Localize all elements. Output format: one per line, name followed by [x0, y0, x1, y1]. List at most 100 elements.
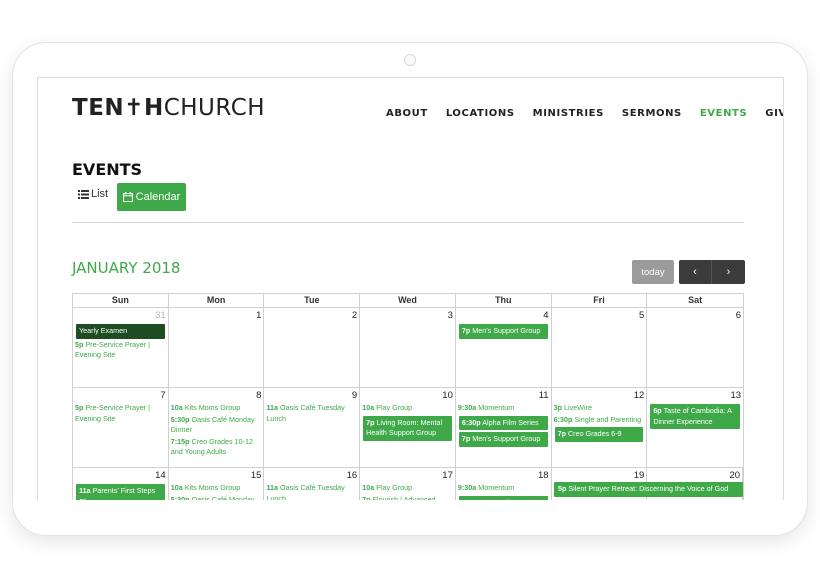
- day-number: 12: [633, 390, 645, 401]
- calendar-event[interactable]: 11a Parents' First Steps Class: [76, 484, 165, 500]
- day-number: 10: [442, 390, 453, 401]
- website-screen: TEN✝HCHURCH ABOUT LOCATIONS MINISTRIES SERM…: [37, 77, 784, 500]
- weekday-header: Sun Mon Tue Wed Thu Fri Sat: [72, 293, 744, 307]
- calendar-event[interactable]: 6p Taste of Cambodia: A Dinner Experienc…: [650, 404, 741, 429]
- nav-events[interactable]: EVENTS: [700, 108, 747, 119]
- calendar-day-cell[interactable]: 13 6p Taste of Cambodia: A Dinner Experie…: [647, 388, 743, 467]
- calendar-event[interactable]: 11a Oasis Café Tuesday Lunch: [266, 483, 357, 500]
- day-number: 5: [639, 310, 645, 321]
- calendar-day-cell[interactable]: 3: [360, 308, 456, 387]
- calendar-week: 31 Yearly Examen 5p Pre-Service Prayer | E…: [72, 307, 744, 387]
- calendar-day-cell[interactable]: 5: [552, 308, 648, 387]
- calendar-event[interactable]: Yearly Examen: [76, 324, 165, 339]
- weekday-wed: Wed: [360, 294, 456, 307]
- calendar-day-cell[interactable]: 11 9:30a Momentum 6:30p Alpha Film Series 7…: [456, 388, 552, 467]
- calendar-day-cell[interactable]: 8 10a Kits Moms Group 5:30p Oasis Café Mon…: [169, 388, 265, 467]
- calendar-event[interactable]: 11a Oasis Café Tuesday Lunch: [266, 403, 357, 424]
- day-number: 31: [155, 310, 166, 321]
- calendar-view-button[interactable]: Calendar: [117, 183, 186, 211]
- list-icon: [78, 189, 89, 199]
- calendar-day-cell[interactable]: 6: [647, 308, 743, 387]
- calendar-day-cell[interactable]: 4 7p Men's Support Group: [456, 308, 552, 387]
- nav-sermons[interactable]: SERMONS: [622, 108, 682, 119]
- chevron-right-icon: ›: [726, 266, 731, 278]
- calendar-day-cell[interactable]: 10 10a Play Group 7p Living Room: Mental H…: [360, 388, 456, 467]
- list-view-label: List: [91, 188, 109, 200]
- calendar-event[interactable]: 7p Men's Support Group: [458, 324, 548, 339]
- day-number: 4: [543, 310, 549, 321]
- calendar-view-label: Calendar: [135, 191, 181, 203]
- calendar-event[interactable]: 6:30p Single and Parenting: [554, 415, 645, 426]
- today-button[interactable]: today: [632, 260, 674, 284]
- calendar-day-cell[interactable]: 2: [264, 308, 361, 387]
- day-number: 20: [729, 470, 741, 481]
- calendar-event[interactable]: 7p Flourish | Advanced: [362, 495, 453, 501]
- calendar-event[interactable]: 5:30p Oasis Café Monday Dinner: [171, 415, 262, 436]
- day-number: 19: [633, 470, 645, 481]
- calendar-event[interactable]: 7p Men's Support Group: [458, 432, 548, 447]
- camera-icon: [404, 54, 416, 66]
- nav-ministries[interactable]: MINISTRIES: [533, 108, 604, 119]
- calendar-event[interactable]: 7:15p Creo Grades 10-12 and Young Adults: [171, 437, 262, 458]
- page-title: EVENTS: [72, 160, 143, 179]
- calendar-day-cell[interactable]: 18 9:30a Momentum6:30p Alpha Film Series: [456, 468, 552, 500]
- day-number: 3: [447, 310, 453, 321]
- calendar-event[interactable]: 10a Play Group: [362, 483, 453, 494]
- calendar-event[interactable]: 7p Creo Grades 6-9: [554, 427, 644, 442]
- calendar-icon: [122, 192, 133, 202]
- day-number: 15: [250, 470, 262, 481]
- calendar-event[interactable]: 5p Pre-Service Prayer | Evening Site: [75, 403, 166, 424]
- day-number: 2: [351, 310, 358, 321]
- calendar-event-multiday[interactable]: 5p Silent Prayer Retreat: Discerning the…: [554, 482, 743, 497]
- calendar-event[interactable]: 7p Living Room: Mental Health Support Gr…: [363, 415, 452, 441]
- calendar-event[interactable]: 10a Kits Moms Group: [171, 483, 262, 494]
- calendar-grid: Sun Mon Tue Wed Thu Fri Sat 31 Yearly Examen 5p …: [72, 293, 744, 500]
- calendar-day-cell[interactable]: 15 10a Kits Moms Group 5:30p Oasis Café Mo…: [169, 468, 265, 500]
- month-title: JANUARY 2018: [72, 259, 181, 277]
- day-number: 11: [538, 390, 549, 401]
- calendar-event[interactable]: 6:30p Alpha Film Series: [458, 495, 548, 500]
- calendar-day-cell[interactable]: 14 11a Parents' First Steps Class: [73, 468, 169, 500]
- day-number: 14: [155, 470, 166, 481]
- site-logo[interactable]: TEN✝HCHURCH: [72, 95, 265, 121]
- main-nav: ABOUT LOCATIONS MINISTRIES SERMONS EVENTS GIV…: [386, 108, 783, 119]
- divider: [72, 222, 744, 223]
- weekday-thu: Thu: [456, 294, 552, 307]
- day-number: 18: [538, 470, 549, 481]
- weekday-tue: Tue: [264, 294, 361, 307]
- weekday-sat: Sat: [688, 295, 703, 305]
- calendar-event[interactable]: 3p LiveWire: [554, 403, 645, 414]
- day-number: 7: [160, 390, 166, 401]
- calendar-day-cell[interactable]: 31 Yearly Examen 5p Pre-Service Prayer | E…: [73, 308, 169, 387]
- next-month-button[interactable]: ›: [712, 260, 745, 284]
- weekday-sun: Sun: [73, 294, 169, 307]
- cross-icon: ✝: [124, 95, 144, 121]
- calendar-event[interactable]: 5:30p Oasis Café Monday Dinner: [171, 495, 262, 501]
- day-number: 16: [346, 470, 358, 481]
- weekday-fri: Fri: [552, 294, 648, 307]
- calendar-event[interactable]: 6:30p Alpha Film Series: [458, 415, 548, 430]
- calendar-day-cell[interactable]: 12 3p LiveWire 6:30p Single and Parenting 7…: [552, 388, 648, 467]
- calendar-event[interactable]: 10a Play Group: [362, 403, 453, 414]
- day-number: 6: [735, 310, 742, 321]
- calendar-day-cell[interactable]: 7 5p Pre-Service Prayer | Evening Site: [73, 388, 169, 467]
- calendar-event[interactable]: 5p Pre-Service Prayer | Evening Site: [75, 340, 166, 361]
- nav-locations[interactable]: LOCATIONS: [446, 108, 515, 119]
- day-number: 13: [730, 390, 742, 401]
- day-number: 1: [256, 310, 262, 321]
- calendar-day-cell[interactable]: 1: [169, 308, 265, 387]
- calendar-event[interactable]: 9:30a Momentum: [458, 403, 549, 414]
- day-number: 9: [351, 390, 358, 401]
- nav-about[interactable]: ABOUT: [386, 108, 428, 119]
- calendar-week: 7 5p Pre-Service Prayer | Evening Site 8 10…: [72, 387, 744, 467]
- prev-month-button[interactable]: ‹: [679, 260, 712, 284]
- calendar-day-cell[interactable]: 9 11a Oasis Café Tuesday Lunch: [264, 388, 361, 467]
- nav-giving[interactable]: GIVING: [765, 108, 783, 119]
- calendar-event[interactable]: 10a Kits Moms Group: [171, 403, 262, 414]
- calendar-event[interactable]: 9:30a Momentum: [458, 483, 549, 494]
- day-number: 17: [442, 470, 453, 481]
- calendar-day-cell[interactable]: 17 10a Play Group 7p Flourish | Advanced: [360, 468, 456, 500]
- list-view-button[interactable]: List: [78, 188, 108, 200]
- weekday-mon: Mon: [169, 294, 265, 307]
- calendar-day-cell[interactable]: 16 11a Oasis Café Tuesday Lunch: [264, 468, 361, 500]
